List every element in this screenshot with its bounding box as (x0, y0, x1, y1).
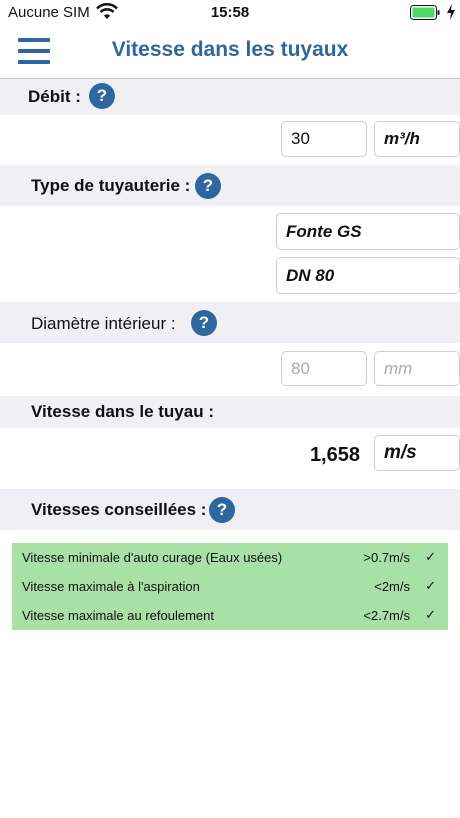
tuyauterie-help-icon[interactable]: ? (195, 173, 221, 199)
clock: 15:58 (210, 4, 250, 21)
page-title: Vitesse dans les tuyaux (111, 38, 349, 61)
battery-icon (410, 5, 440, 20)
diametre-unit: mm (374, 351, 460, 386)
advice-label: Vitesse maximale au refoulement (22, 608, 214, 623)
section-diametre: Diamètre intérieur : ? (0, 302, 460, 343)
diametre-label: Diamètre intérieur : (31, 314, 176, 333)
debit-label: Débit : (28, 87, 81, 106)
check-icon: ✓ (425, 607, 436, 622)
section-tuyauterie: Type de tuyauterie : ? (0, 165, 460, 206)
advice-label: Vitesse minimale d'auto curage (Eaux usé… (22, 550, 283, 565)
diametre-help-icon[interactable]: ? (191, 310, 217, 336)
vitesse-value: 1,658 (309, 444, 360, 466)
size-select[interactable]: DN 80 (276, 257, 460, 294)
section-vitesse: Vitesse dans le tuyau : (0, 396, 460, 428)
advice-table: Vitesse minimale d'auto curage (Eaux usé… (12, 543, 448, 630)
vitesse-unit-select[interactable]: m/s (374, 435, 460, 471)
debit-input[interactable]: 30 (281, 121, 367, 157)
table-row: Vitesse maximale à l'aspiration <2m/s ✓ (12, 572, 448, 601)
check-icon: ✓ (425, 578, 436, 593)
check-icon: ✓ (425, 549, 436, 564)
material-select[interactable]: Fonte GS (276, 213, 460, 250)
section-debit: Débit : ? (0, 79, 460, 115)
conseils-label: Vitesses conseillées : (31, 500, 207, 519)
vitesse-label: Vitesse dans le tuyau : (31, 402, 214, 421)
charging-bolt-icon (447, 4, 455, 20)
debit-unit-select[interactable]: m³/h (374, 121, 460, 157)
tuyauterie-label: Type de tuyauterie : (31, 176, 191, 195)
table-row: Vitesse minimale d'auto curage (Eaux usé… (12, 543, 448, 572)
advice-value: >0.7m/s (363, 550, 410, 565)
advice-label: Vitesse maximale à l'aspiration (22, 579, 200, 594)
table-row: Vitesse maximale au refoulement <2.7m/s … (12, 601, 448, 630)
advice-value: <2m/s (374, 579, 410, 594)
advice-value: <2.7m/s (363, 608, 410, 623)
section-conseils: Vitesses conseillées : ? (0, 489, 460, 530)
conseils-help-icon[interactable]: ? (209, 497, 235, 523)
status-bar: Aucune SIM 15:58 (0, 0, 460, 28)
diametre-input: 80 (281, 351, 367, 386)
debit-help-icon[interactable]: ? (89, 83, 115, 109)
